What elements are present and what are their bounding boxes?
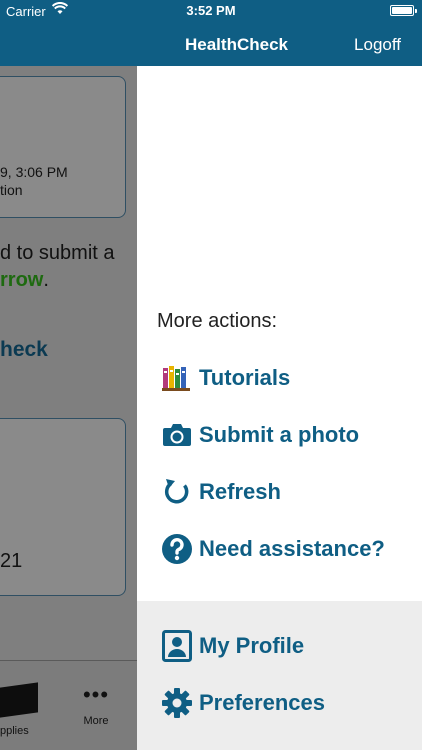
logoff-button[interactable]: Logoff [354,35,401,55]
card-datetime: 9, 3:06 PM [0,164,68,180]
instruction-line1: d to submit a [0,242,115,264]
clock: 3:52 PM [186,3,236,18]
preferences-label: Preferences [199,690,325,715]
tutorials-item[interactable]: Tutorials [161,361,290,395]
status-bar: Carrier 3:52 PM [0,0,422,22]
card-subtitle: tion [0,182,23,198]
tutorials-label: Tutorials [199,365,291,390]
more-dots-icon: ••• [82,682,110,707]
box-icon [0,682,38,718]
tab-bar: pplies ••• More [0,660,137,750]
instruction-line2: rrow. [0,269,49,292]
drawer-heading: More actions: [157,310,278,332]
tab-supplies: pplies [0,679,44,737]
gear-icon [161,687,193,719]
question-icon [161,533,193,565]
books-icon [161,362,193,394]
background-content[interactable]: 9, 3:06 PM tion d to submit a rrow. heck… [0,66,137,750]
profile-icon [161,630,193,662]
navigation-bar: HealthCheck Logoff [0,22,422,66]
card2-text: 21 [0,550,23,572]
instruction-period: . [43,269,49,291]
submit-photo-item[interactable]: Submit a photo [161,418,359,452]
submit-photo-label: Submit a photo [199,422,360,447]
tab-more-label: More [83,715,109,727]
camera-icon [161,419,193,451]
refresh-icon [161,476,193,508]
drawer-footer: My Profile Preferences [137,601,422,750]
need-assistance-label: Need assistance? [199,536,385,561]
tab-supplies-label: pplies [0,725,29,737]
need-assistance-item[interactable]: Need assistance? [161,532,385,566]
my-profile-label: My Profile [199,633,305,658]
my-profile-item[interactable]: My Profile [161,629,304,663]
preferences-item[interactable]: Preferences [161,686,325,720]
refresh-label: Refresh [199,479,281,504]
tab-more: ••• More [70,682,122,728]
battery-icon [390,5,417,16]
side-drawer: More actions: Tutorials Submit a photo R… [137,66,422,750]
healthcheck-link: heck [0,338,48,361]
refresh-item[interactable]: Refresh [161,475,281,509]
instruction-highlight: rrow [0,269,44,291]
